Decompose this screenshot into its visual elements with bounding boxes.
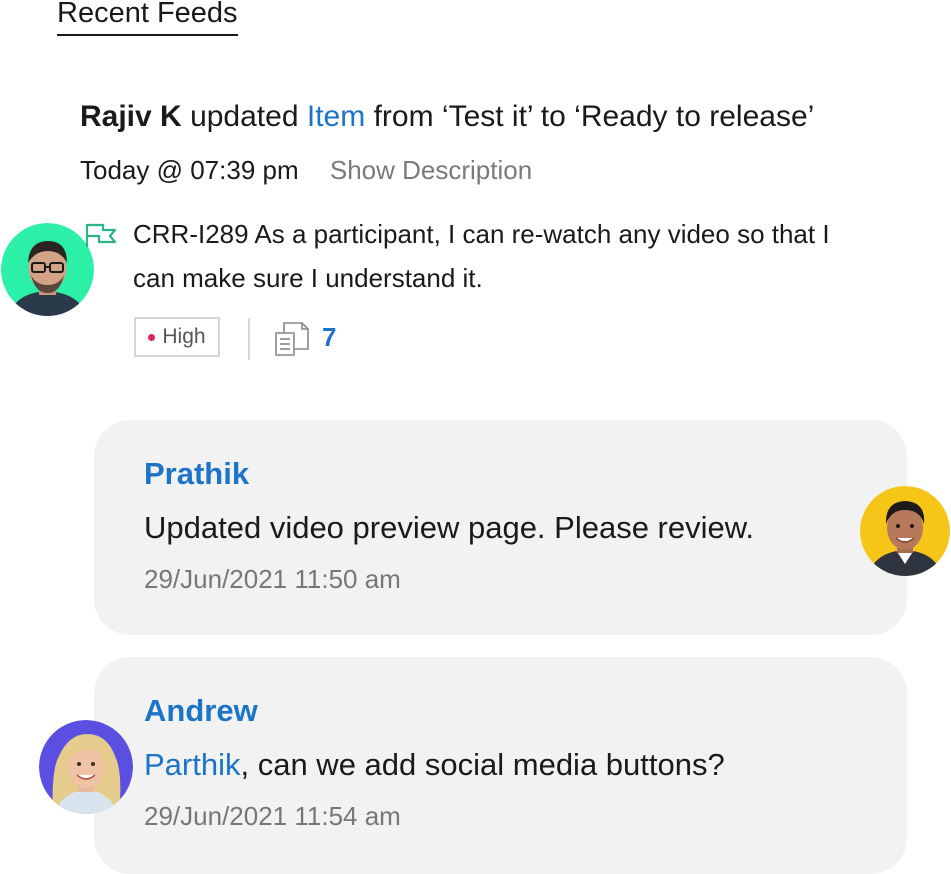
divider bbox=[248, 318, 250, 360]
activity-verb: updated bbox=[190, 100, 299, 133]
comment-message: Parthik, can we add social media buttons… bbox=[144, 747, 725, 783]
comment-card: Andrew Parthik, can we add social media … bbox=[94, 657, 907, 874]
priority-badge[interactable]: High bbox=[134, 317, 220, 357]
avatar-prathik[interactable] bbox=[860, 486, 950, 576]
document-count[interactable]: 7 bbox=[322, 322, 336, 353]
document-icon[interactable] bbox=[274, 321, 310, 362]
mention-link[interactable]: Parthik bbox=[144, 747, 240, 782]
activity-change: from ‘Test it’ to ‘Ready to release’ bbox=[373, 100, 815, 133]
section-title: Recent Feeds bbox=[57, 0, 238, 36]
show-description-link[interactable]: Show Description bbox=[330, 155, 532, 185]
item-title[interactable]: CRR-I289 As a participant, I can re-watc… bbox=[133, 212, 853, 300]
activity-time: Today @ 07:39 pm bbox=[80, 155, 299, 185]
comment-timestamp: 29/Jun/2021 11:50 am bbox=[144, 564, 401, 594]
priority-dot-icon bbox=[148, 333, 156, 341]
activity-meta: Today @ 07:39 pm Show Description bbox=[80, 153, 532, 187]
comment-timestamp: 29/Jun/2021 11:54 am bbox=[144, 801, 401, 831]
flag-icon bbox=[84, 222, 118, 253]
comment-author[interactable]: Andrew bbox=[144, 693, 258, 729]
comment-message: Updated video preview page. Please revie… bbox=[144, 510, 755, 545]
comment-author[interactable]: Prathik bbox=[144, 456, 249, 492]
comment-card: Prathik Updated video preview page. Plea… bbox=[94, 420, 907, 635]
activity-actor[interactable]: Rajiv K bbox=[80, 100, 182, 133]
activity-headline: Rajiv K updated Item from ‘Test it’ to ‘… bbox=[80, 97, 814, 137]
comment-message-text: , can we add social media buttons? bbox=[240, 747, 725, 782]
avatar-rajiv[interactable] bbox=[1, 223, 94, 316]
avatar-andrew[interactable] bbox=[39, 720, 133, 814]
priority-label: High bbox=[162, 325, 206, 348]
activity-item-link[interactable]: Item bbox=[307, 100, 365, 133]
